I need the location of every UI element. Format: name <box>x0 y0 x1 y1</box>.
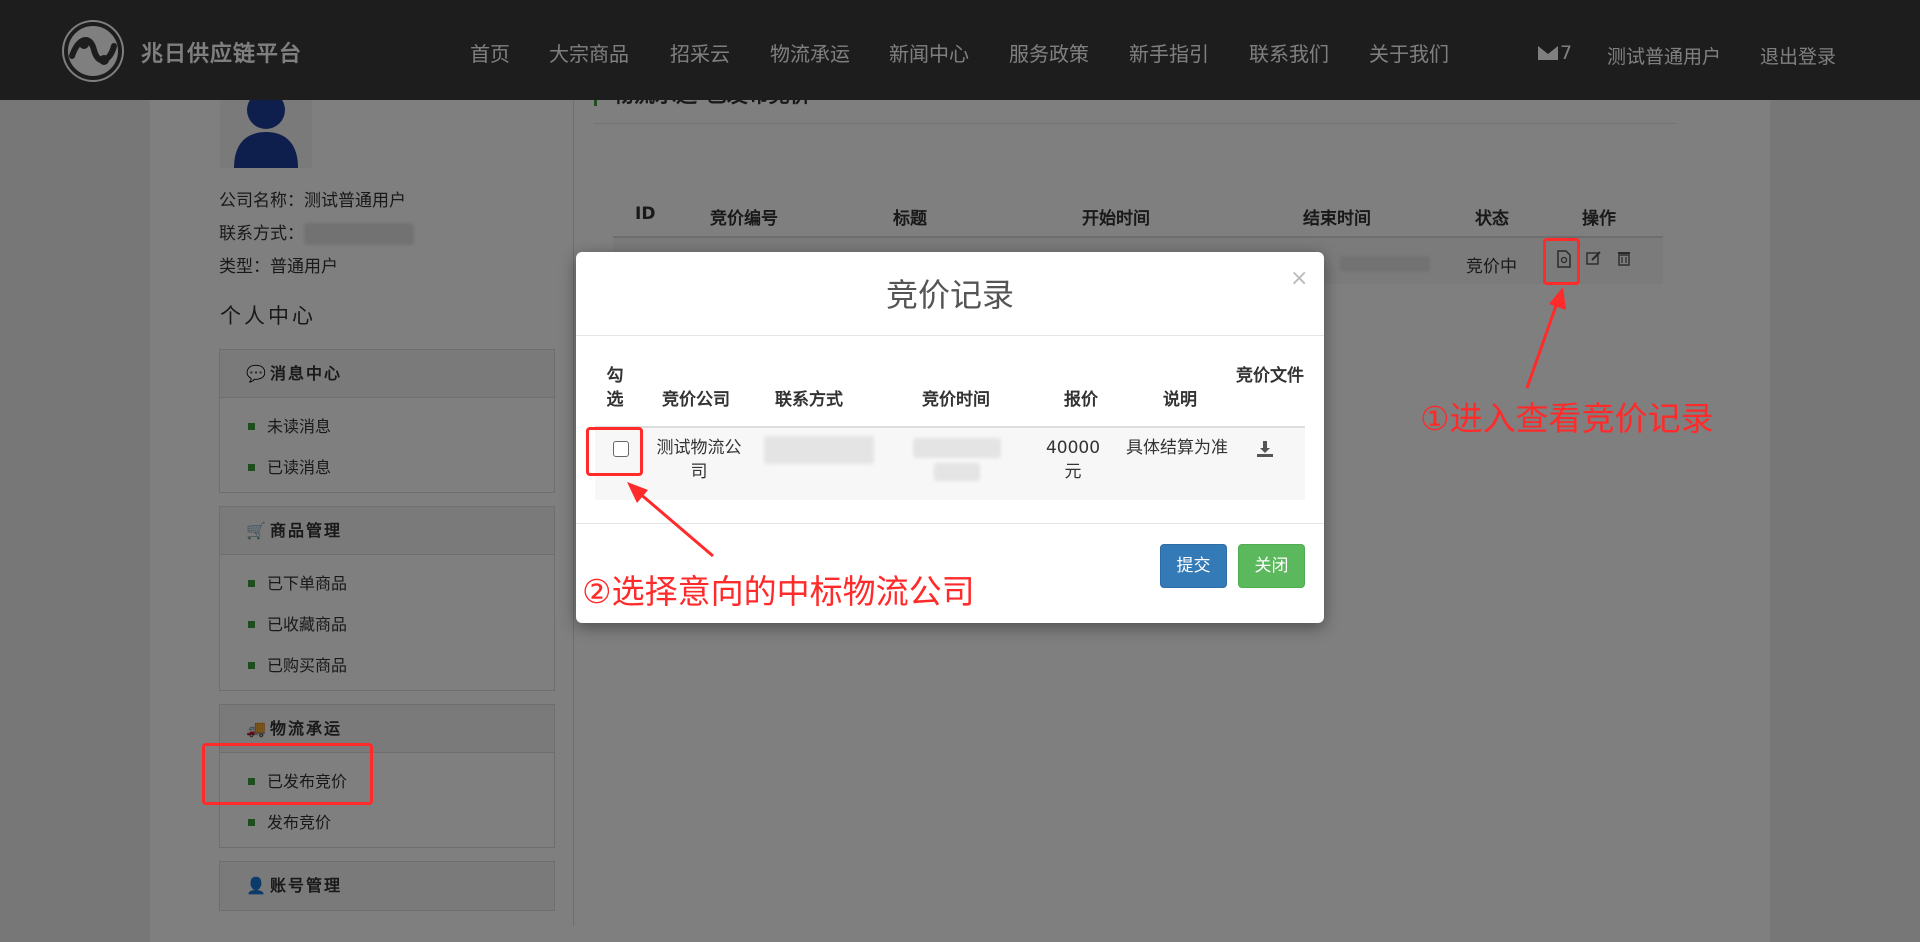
col-header-bid-file: 竞价文件 <box>1236 366 1304 386</box>
annotation-box-checkbox <box>586 427 643 476</box>
col-header-company: 竞价公司 <box>662 390 730 410</box>
col-header-bid-time: 竞价时间 <box>922 390 990 410</box>
modal-header-rule <box>576 335 1324 336</box>
col-header-note: 说明 <box>1163 390 1197 410</box>
col-header-price: 报价 <box>1064 390 1098 410</box>
bid-price: 40000元 <box>1045 438 1101 482</box>
annotation-box-sidebar-item <box>202 743 373 805</box>
col-header-select: 勾选 <box>606 366 624 410</box>
modal-footer-rule <box>576 523 1324 524</box>
bid-company: 测试物流公司 <box>656 438 742 482</box>
annotation-step2: ②选择意向的中标物流公司 <box>582 572 975 611</box>
close-icon[interactable]: × <box>1290 266 1308 291</box>
modal-title: 竞价记录 <box>885 276 1014 314</box>
col-header-contact: 联系方式 <box>775 390 843 410</box>
submit-button[interactable]: 提交 <box>1160 544 1227 588</box>
close-button[interactable]: 关闭 <box>1238 544 1305 588</box>
bid-time-redacted <box>912 436 1002 484</box>
annotation-box-view-icon <box>1543 238 1580 285</box>
download-icon[interactable] <box>1256 440 1274 458</box>
bid-note: 具体结算为准 <box>1126 438 1228 458</box>
bid-contact-redacted <box>764 436 874 464</box>
annotation-step1: ①进入查看竞价记录 <box>1420 399 1714 438</box>
